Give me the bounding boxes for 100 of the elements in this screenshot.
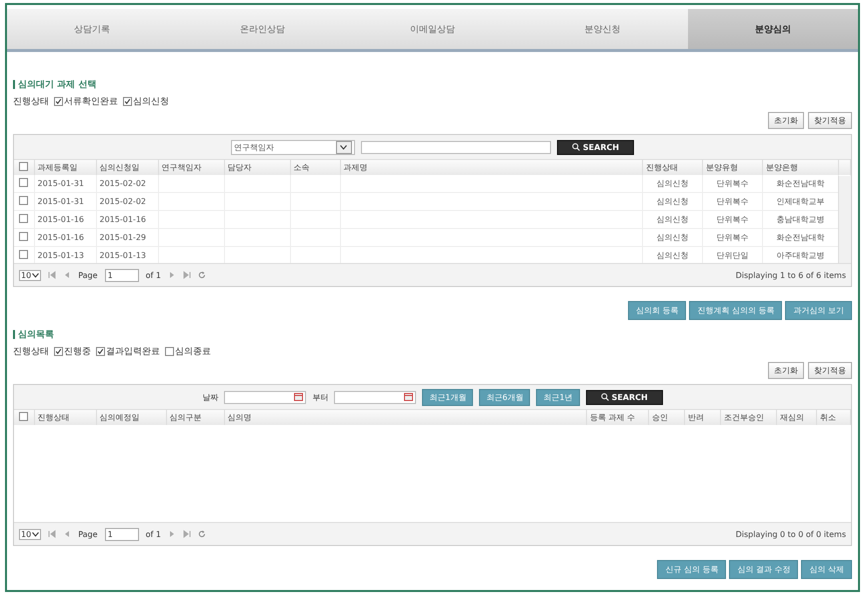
tab[interactable]: 상담기록 <box>7 9 178 49</box>
previous-page-icon[interactable] <box>63 271 72 279</box>
column-header[interactable]: 취소 <box>816 410 850 425</box>
filter-button[interactable]: 찾기적용 <box>808 362 852 379</box>
search-button[interactable]: SEARCH <box>556 140 634 154</box>
column-header[interactable]: 심의신청일 <box>96 160 158 175</box>
checkbox[interactable] <box>19 196 28 205</box>
table-cell: 2015-01-16 <box>100 215 146 224</box>
page-label: Page <box>78 270 98 280</box>
checkbox[interactable] <box>19 250 28 259</box>
caret-icon <box>340 144 348 150</box>
table-cell: 화순전남대학 <box>776 179 824 188</box>
table-cell: 2015-01-29 <box>100 233 146 242</box>
checkbox[interactable] <box>96 347 105 356</box>
column-header[interactable]: 과제명 <box>340 160 642 175</box>
column-header[interactable]: 분양은행 <box>762 160 838 175</box>
table-cell: 아주대학교병 <box>776 251 824 260</box>
checkbox[interactable] <box>123 97 132 106</box>
page-size-select[interactable]: 10 <box>19 270 42 280</box>
column-header[interactable]: 조건부승인 <box>720 410 776 425</box>
table-cell: 인제대학교부 <box>776 197 824 206</box>
page-size-select[interactable]: 10 <box>19 528 42 540</box>
date-field[interactable] <box>334 390 416 404</box>
table-cell: 2015-01-16 <box>38 233 84 242</box>
search-button[interactable]: SEARCH <box>586 390 663 404</box>
checkbox[interactable] <box>54 347 63 356</box>
first-page-icon[interactable] <box>48 271 56 279</box>
filter-label: 진행상태 <box>13 96 49 108</box>
range-label: 부터 <box>312 392 328 402</box>
column-header[interactable]: 심의구분 <box>166 410 224 425</box>
column-header[interactable]: 등록 과제 수 <box>586 410 648 425</box>
page-field[interactable]: 1 <box>104 268 139 282</box>
caret-icon <box>32 272 40 278</box>
table-cell: 심의신청 <box>656 251 688 260</box>
table-cell: 2015-01-16 <box>38 215 84 224</box>
tab[interactable]: 분양신청 <box>518 9 688 49</box>
filter-label: 진행상태 <box>13 346 49 358</box>
checkbox[interactable] <box>19 412 28 421</box>
tab[interactable]: 분양심의 <box>688 9 858 49</box>
table-cell: 2015-02-02 <box>100 179 146 188</box>
checkbox-label: 심의종료 <box>175 346 211 358</box>
table-cell: 2015-01-13 <box>100 251 146 260</box>
page-summary: Displaying 0 to 0 of 0 items <box>736 530 846 538</box>
date-field[interactable] <box>224 390 306 404</box>
filter-button[interactable]: 찾기적용 <box>808 112 852 129</box>
refresh-icon[interactable] <box>198 530 206 538</box>
checkbox[interactable] <box>19 232 28 241</box>
checkbox-label: 결과입력완료 <box>106 346 160 358</box>
next-page-icon[interactable] <box>168 271 176 279</box>
column-header[interactable]: 재심의 <box>776 410 816 425</box>
tab[interactable]: 이메일상담 <box>347 9 518 49</box>
page-summary: Displaying 1 to 6 of 6 items <box>736 270 846 280</box>
column-header[interactable]: 담당자 <box>224 160 290 175</box>
caret-icon <box>32 532 40 536</box>
next-page-icon[interactable] <box>168 530 176 538</box>
table-cell: 단위복수 <box>716 233 748 242</box>
table-cell: 심의신청 <box>656 233 688 242</box>
table-cell: 2015-01-13 <box>38 251 84 260</box>
table-cell: 단위복수 <box>716 215 748 224</box>
checkbox[interactable] <box>165 347 174 356</box>
column-header[interactable]: 연구책임자 <box>158 160 224 175</box>
page-count: of 1 <box>146 270 161 280</box>
checkbox-label: 진행중 <box>64 346 91 358</box>
checkbox[interactable] <box>54 97 63 106</box>
table-cell: 심의신청 <box>656 179 688 188</box>
refresh-icon[interactable] <box>198 271 206 279</box>
search-icon <box>572 143 580 151</box>
page-field[interactable]: 1 <box>104 528 139 540</box>
search-type-select[interactable]: 연구책임자 <box>230 140 355 154</box>
checkbox-label: 심의신청 <box>133 96 169 108</box>
table-cell: 2015-01-31 <box>38 179 84 188</box>
checkbox-label: 서류확인완료 <box>64 96 118 108</box>
column-header[interactable]: 소속 <box>290 160 340 175</box>
search-icon <box>600 393 609 401</box>
search-field[interactable] <box>360 140 551 154</box>
last-page-icon[interactable] <box>182 530 191 538</box>
column-header[interactable]: 분양유형 <box>702 160 762 175</box>
filter-button[interactable]: 초기화 <box>768 362 804 379</box>
column-header[interactable]: 과제등록일 <box>34 160 96 175</box>
checkbox[interactable] <box>19 214 28 223</box>
column-header[interactable]: 심의명 <box>224 410 586 425</box>
tab[interactable]: 온라인상담 <box>177 9 348 49</box>
column-header[interactable]: 심의예정일 <box>96 410 166 425</box>
column-header[interactable]: 진행상태 <box>642 160 702 175</box>
page-label: Page <box>78 530 98 538</box>
table-cell: 2015-02-02 <box>100 197 146 206</box>
filter-button[interactable]: 초기화 <box>768 112 804 129</box>
column-header[interactable]: 승인 <box>648 410 684 425</box>
column-header[interactable]: 진행상태 <box>34 410 96 425</box>
table-cell: 단위복수 <box>716 197 748 206</box>
checkbox[interactable] <box>19 162 28 171</box>
checkbox[interactable] <box>19 178 28 187</box>
table-cell: 화순전남대학 <box>776 233 824 242</box>
scrollbar[interactable] <box>838 176 851 263</box>
last-page-icon[interactable] <box>182 271 191 279</box>
first-page-icon[interactable] <box>48 530 56 538</box>
column-header[interactable]: 반려 <box>684 410 720 425</box>
page-count: of 1 <box>146 530 161 538</box>
calendar-icon <box>294 393 304 401</box>
previous-page-icon[interactable] <box>63 530 72 538</box>
